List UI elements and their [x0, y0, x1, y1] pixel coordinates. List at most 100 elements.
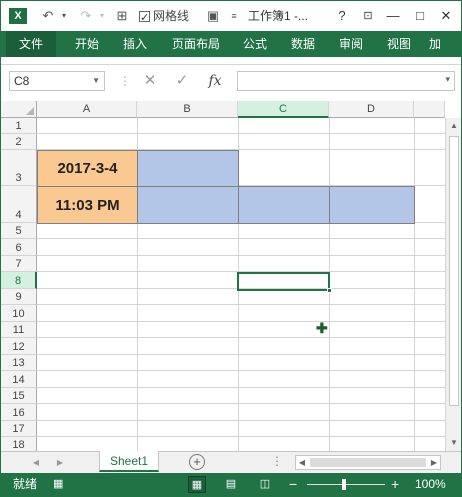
tab-insert[interactable]: 插入 [115, 31, 155, 57]
row-header-3[interactable]: 3 [1, 150, 37, 186]
previous-sheet-icon[interactable]: ◀ [29, 455, 43, 471]
tab-add-ins[interactable]: 加 [429, 31, 453, 57]
vertical-scrollbar[interactable]: ▲ ▼ [445, 118, 461, 451]
insert-function-icon[interactable]: fx [204, 71, 226, 91]
column-header-c[interactable]: C [238, 101, 329, 118]
cell-b4[interactable] [137, 186, 239, 224]
tab-data[interactable]: 数据 [283, 31, 323, 57]
worksheet-grid[interactable]: A B C D 1 2 3 4 5 6 7 8 9 10 11 12 13 14 15 16 17 18 2017… [1, 101, 461, 451]
row-header-18[interactable]: 18 [1, 437, 37, 451]
help-button[interactable]: ? [331, 6, 353, 26]
gridlines-toggle[interactable]: 网格线 [139, 6, 190, 28]
zoom-out-button[interactable]: − [289, 473, 297, 496]
row-header-12[interactable]: 12 [1, 338, 37, 355]
undo-dropdown-icon[interactable]: ▾ [55, 6, 73, 26]
row-header-label: 2 [15, 136, 22, 148]
close-button[interactable]: ✕ [435, 6, 457, 26]
row-header-label: 13 [12, 357, 25, 369]
page-break-preview-icon[interactable]: ◫ [256, 476, 274, 493]
maximize-button[interactable]: □ [409, 6, 431, 26]
tab-file[interactable]: 文件 [6, 31, 56, 57]
fill-handle[interactable] [327, 288, 332, 293]
row-header-label: 14 [12, 374, 25, 386]
redo-dropdown-icon[interactable]: ▾ [93, 6, 111, 26]
column-header-b[interactable]: B [137, 101, 238, 118]
formula-bar: C8 ▼ ⋮ ✕ ✓ fx ▾ [1, 65, 461, 99]
save-icon[interactable]: ▣ [204, 6, 222, 26]
row-gridline [37, 321, 445, 322]
row-header-label: 4 [15, 209, 22, 221]
row-gridline [37, 304, 445, 305]
gridlines-label: 网格线 [153, 9, 190, 23]
row-header-6[interactable]: 6 [1, 239, 37, 256]
horizontal-scroll-thumb[interactable] [310, 458, 426, 467]
scroll-up-icon[interactable]: ▲ [446, 118, 461, 134]
normal-view-icon[interactable]: ▦ [188, 476, 206, 493]
ribbon-display-options-icon[interactable]: ⊡ [357, 6, 379, 26]
horizontal-scrollbar[interactable]: ◀ ▶ [295, 455, 441, 470]
excel-logo-icon: X [9, 8, 27, 24]
row-header-13[interactable]: 13 [1, 355, 37, 371]
row-gridline [37, 387, 445, 388]
cancel-icon[interactable]: ✕ [139, 71, 161, 91]
ribbon-tabs: 文件 开始 插入 页面布局 公式 数据 审阅 视图 加 [1, 31, 461, 57]
tab-home[interactable]: 开始 [67, 31, 107, 57]
cell-a4[interactable]: 11:03 PM [37, 186, 138, 224]
macro-record-icon[interactable]: ▦ [53, 473, 63, 496]
name-box-dropdown-icon[interactable]: ▼ [92, 72, 100, 90]
new-sheet-button[interactable]: + [189, 454, 205, 470]
cell-c4[interactable] [238, 186, 330, 224]
cell-d4[interactable] [329, 186, 415, 224]
customize-qat-icon[interactable]: ≡ [225, 6, 243, 26]
next-sheet-icon[interactable]: ▶ [53, 455, 67, 471]
tab-view[interactable]: 视图 [379, 31, 419, 57]
row-header-8[interactable]: 8 [1, 272, 37, 289]
row-header-15[interactable]: 15 [1, 388, 37, 404]
row-header-label: 17 [12, 423, 25, 435]
row-header-14[interactable]: 14 [1, 371, 37, 388]
zoom-in-button[interactable]: + [391, 473, 399, 496]
row-header-11[interactable]: 11 [1, 322, 37, 338]
select-all-button[interactable] [1, 101, 37, 118]
row-header-16[interactable]: 16 [1, 404, 37, 421]
mouse-cursor-cross-icon: ✚ [316, 320, 328, 336]
row-header-5[interactable]: 5 [1, 223, 37, 239]
expand-formula-bar-icon[interactable]: ▾ [445, 74, 450, 85]
name-box[interactable]: C8 ▼ [9, 71, 105, 91]
row-header-label: 18 [12, 439, 25, 451]
zoom-level[interactable]: 100% [415, 473, 446, 496]
scroll-left-icon[interactable]: ◀ [296, 456, 308, 469]
tab-split-handle-icon[interactable]: ⋮ [271, 454, 283, 468]
row-header-9[interactable]: 9 [1, 289, 37, 305]
row-header-2[interactable]: 2 [1, 134, 37, 150]
sheet-tab-sheet1[interactable]: Sheet1 [99, 451, 159, 472]
zoom-slider[interactable] [307, 484, 385, 485]
tab-formulas[interactable]: 公式 [235, 31, 275, 57]
tab-review[interactable]: 审阅 [331, 31, 371, 57]
row-header-7[interactable]: 7 [1, 256, 37, 272]
row-header-1[interactable]: 1 [1, 118, 37, 134]
vertical-scroll-thumb[interactable] [449, 136, 459, 406]
column-header-d[interactable]: D [329, 101, 414, 118]
enter-icon[interactable]: ✓ [171, 71, 193, 91]
column-header-a[interactable]: A [37, 101, 137, 118]
row-header-10[interactable]: 10 [1, 305, 37, 322]
borders-icon[interactable]: ⊞ [113, 6, 131, 26]
cell-b3[interactable] [137, 150, 239, 187]
active-cell-c8[interactable] [237, 272, 332, 293]
zoom-slider-thumb[interactable] [342, 479, 346, 490]
tab-page-layout[interactable]: 页面布局 [164, 31, 228, 57]
gridlines-checkbox[interactable] [139, 8, 150, 28]
window-title: 工作簿1 -... [248, 9, 309, 23]
minimize-button[interactable]: — [382, 6, 404, 26]
cell-a3[interactable]: 2017-3-4 [37, 150, 138, 187]
formula-input[interactable]: ▾ [237, 71, 455, 91]
row-header-17[interactable]: 17 [1, 421, 37, 437]
page-layout-view-icon[interactable]: ▤ [222, 476, 240, 493]
column-header-e[interactable] [414, 101, 445, 118]
scroll-down-icon[interactable]: ▼ [446, 435, 461, 451]
row-header-4[interactable]: 4 [1, 186, 37, 223]
row-header-label: 1 [15, 120, 22, 132]
row-gridline [37, 238, 445, 239]
scroll-right-icon[interactable]: ▶ [428, 456, 440, 469]
